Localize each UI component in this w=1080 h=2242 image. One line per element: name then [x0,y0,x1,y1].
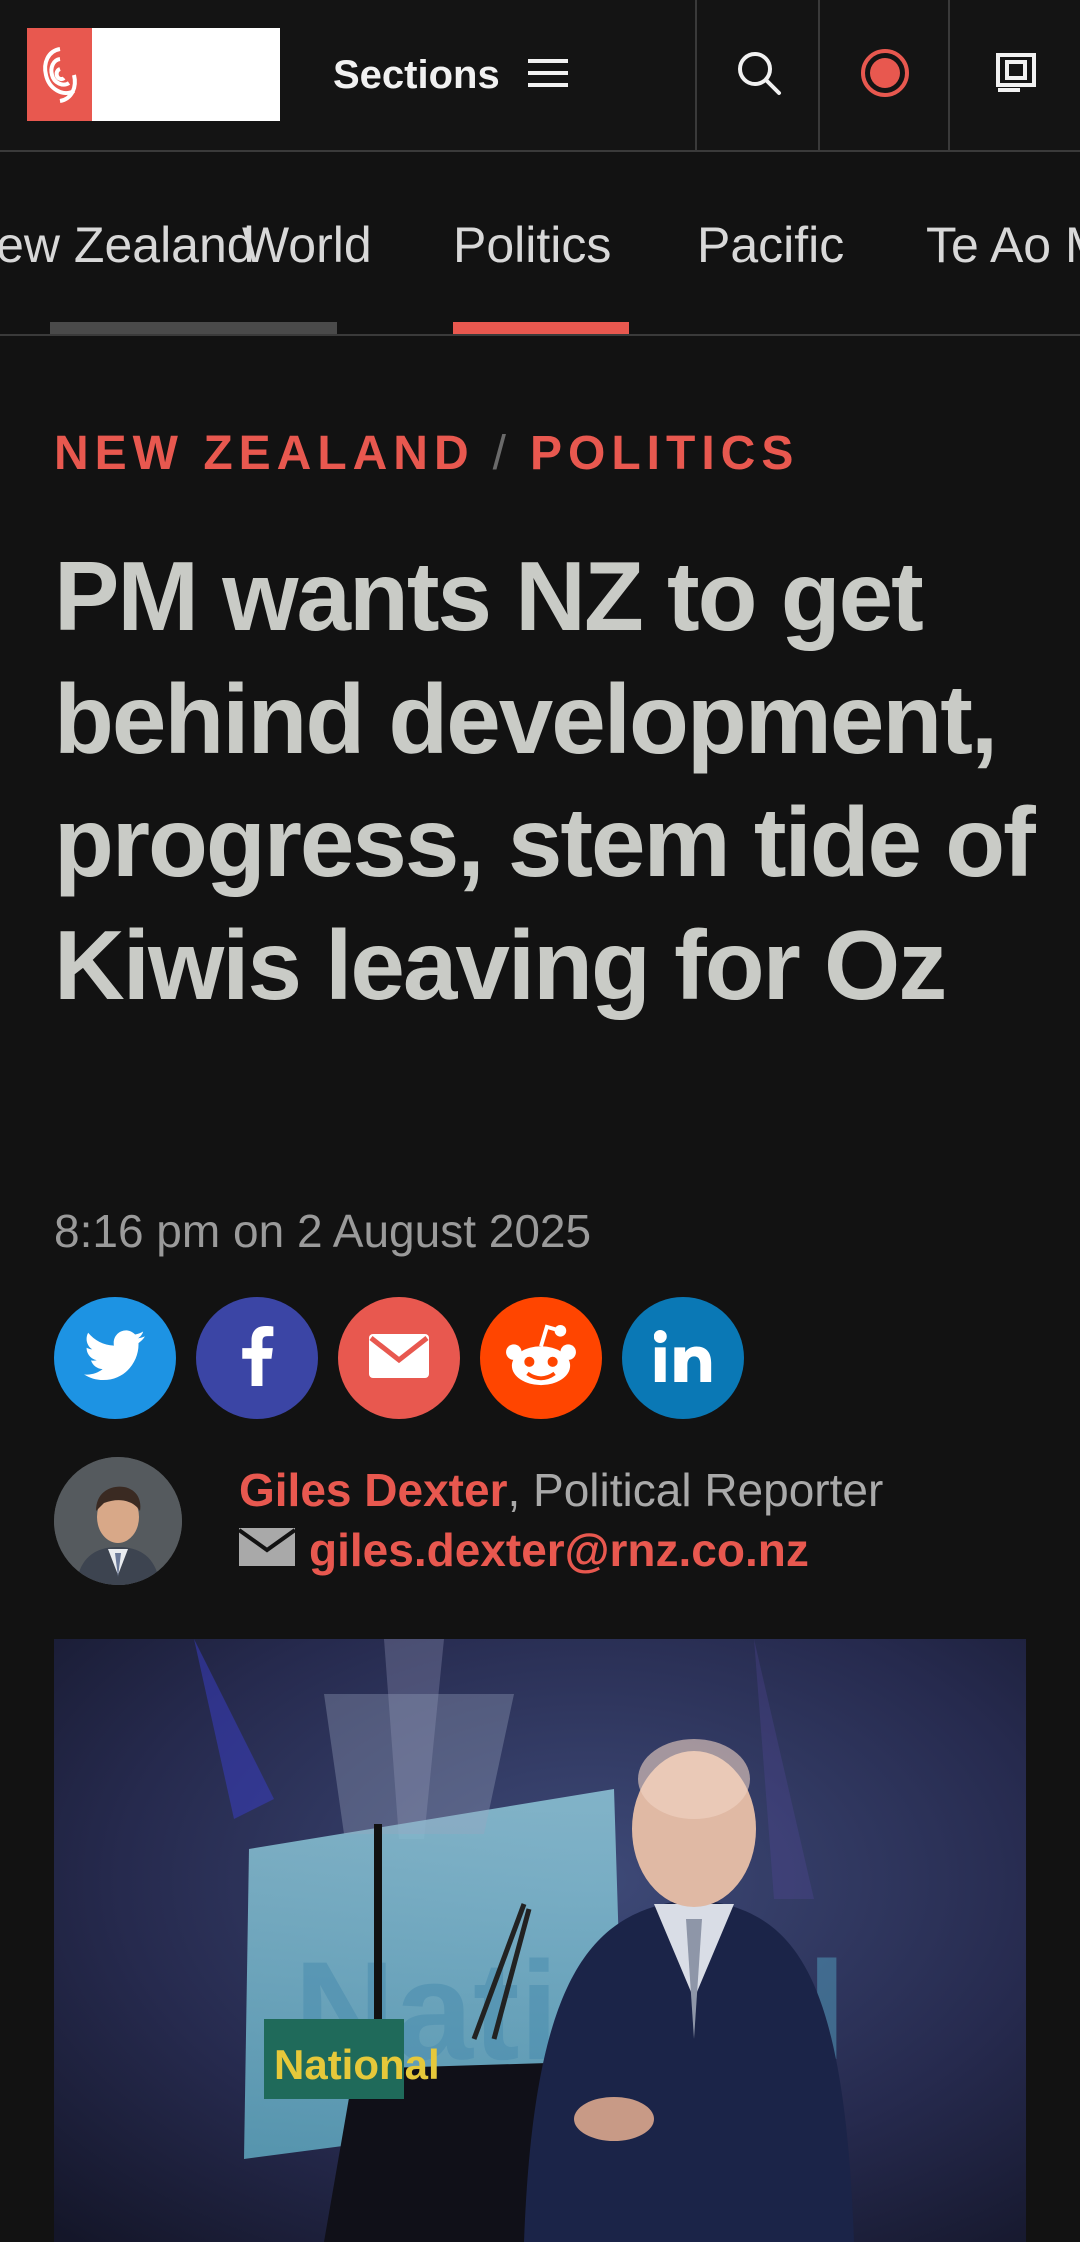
article-timestamp: 8:16 pm on 2 August 2025 [54,1205,592,1257]
section-tabs: New Zealand World Politics Pacific Te Ao… [0,152,1080,336]
share-linkedin-button[interactable] [622,1297,744,1419]
email-icon [369,1333,429,1383]
author-email-link[interactable]: giles.dexter@rnz.co.nz [309,1523,809,1577]
tab-world[interactable]: World [242,216,372,274]
tab-te-ao-maori[interactable]: Te Ao Māori [926,216,1080,274]
tab-scroll-indicator [50,322,337,334]
article-hero-image[interactable]: National National [54,1639,1026,2242]
facebook-icon [240,1325,274,1391]
search-button[interactable] [695,0,820,150]
author-role: , Political Reporter [507,1464,884,1516]
share-email-button[interactable] [338,1297,460,1419]
search-icon [735,49,783,102]
tab-new-zealand[interactable]: New Zealand [0,216,255,274]
article-headline: PM wants NZ to get behind development, p… [54,541,1036,1020]
twitter-icon [84,1329,146,1387]
author-avatar[interactable] [54,1457,182,1585]
author-line: Giles Dexter, Political Reporter [239,1463,883,1517]
hamburger-icon [527,57,568,94]
kicker-link-new-zealand[interactable]: NEW ZEALAND [54,427,475,480]
share-reddit-button[interactable] [480,1297,602,1419]
kicker-separator: / [492,427,512,480]
site-header: Sections [0,0,1080,152]
share-facebook-button[interactable] [196,1297,318,1419]
live-radio-button[interactable] [818,0,950,150]
kicker-link-politics[interactable]: POLITICS [530,427,799,480]
envelope-icon [237,1523,297,1577]
sections-menu-button[interactable]: Sections [333,44,568,106]
rnz-logo-icon [27,28,92,121]
sections-label: Sections [333,52,500,97]
share-buttons [54,1297,744,1419]
article-kicker: NEW ZEALAND / POLITICS [54,426,799,481]
linkedin-icon [653,1329,712,1387]
share-twitter-button[interactable] [54,1297,176,1419]
rnz-logo[interactable] [27,28,280,121]
tab-politics[interactable]: Politics [453,216,611,274]
live-record-icon [860,48,910,103]
author-email-line: giles.dexter@rnz.co.nz [237,1523,809,1577]
picture-in-picture-icon [995,52,1037,99]
active-tab-underline [453,322,629,334]
author-byline: Giles Dexter, Political Reporter giles.d… [54,1457,1054,1587]
picture-in-picture-button[interactable] [948,0,1080,150]
reddit-icon [502,1323,580,1394]
tab-pacific[interactable]: Pacific [697,216,844,274]
podium-sign-text: National [274,2041,440,2088]
author-name-link[interactable]: Giles Dexter [239,1464,507,1516]
